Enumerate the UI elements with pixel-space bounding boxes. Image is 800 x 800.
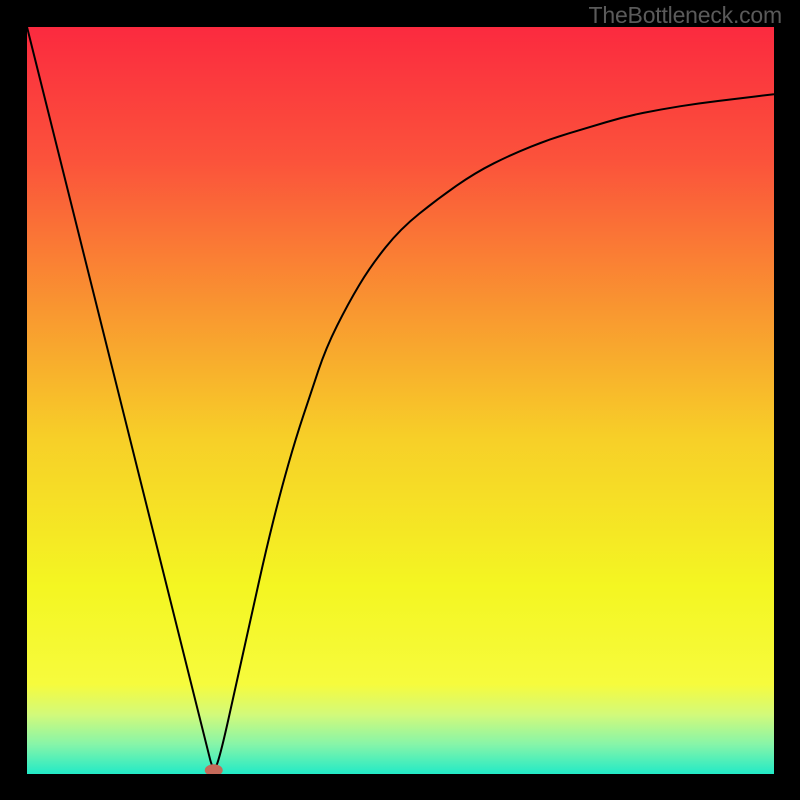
chart-background: [27, 27, 774, 774]
chart-plot-area: [27, 27, 774, 774]
bottleneck-curve-chart: [27, 27, 774, 774]
watermark-label: TheBottleneck.com: [589, 2, 782, 29]
